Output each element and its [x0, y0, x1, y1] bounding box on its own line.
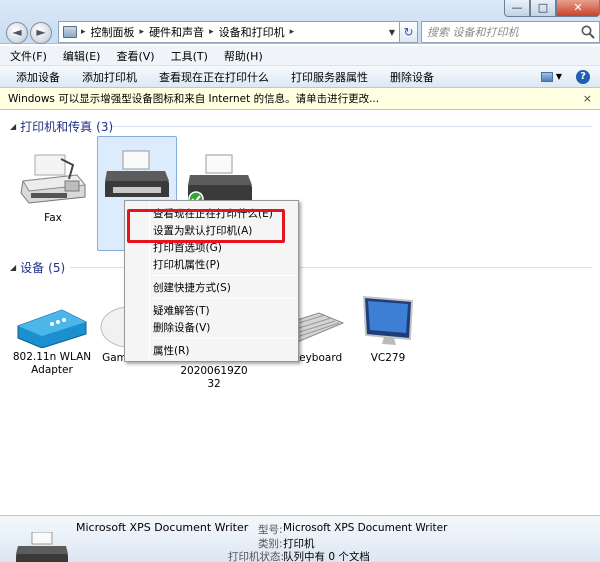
window-controls: — □ ✕: [504, 0, 600, 18]
change-view-icon[interactable]: [540, 71, 553, 82]
back-button[interactable]: ◄: [6, 22, 28, 44]
print-server-properties-button[interactable]: 打印服务器属性: [277, 69, 376, 85]
group-count: (3): [96, 119, 114, 134]
maximize-button[interactable]: □: [530, 0, 556, 17]
command-bar: 添加设备 添加打印机 查看现在正在打印什么 打印服务器属性 删除设备 ▼ ?: [0, 66, 600, 88]
details-status-key: 打印机状态:: [228, 551, 285, 562]
group-title: 打印机和传真: [20, 120, 93, 134]
search-input[interactable]: 搜索 设备和打印机: [421, 21, 600, 43]
chevron-down-icon[interactable]: ▼: [385, 28, 399, 37]
breadcrumb-item-hardware-sound[interactable]: 硬件和声音: [146, 24, 207, 40]
minimize-button[interactable]: —: [504, 0, 530, 17]
menu-bar: 文件(F) 编辑(E) 查看(V) 工具(T) 帮助(H): [0, 46, 600, 66]
menu-help[interactable]: 帮助(H): [218, 48, 269, 64]
refresh-button[interactable]: ↻: [400, 21, 418, 43]
breadcrumb-separator-icon[interactable]: ▸: [207, 27, 216, 37]
info-bar-message[interactable]: Windows 可以显示增强型设备图标和来自 Internet 的信息。请单击进…: [0, 91, 379, 106]
annotation-highlight-box: [127, 209, 285, 243]
info-bar[interactable]: Windows 可以显示增强型设备图标和来自 Internet 的信息。请单击进…: [0, 88, 600, 110]
details-status-value: 队列中有 0 个文档: [283, 551, 370, 562]
monitor-icon: [362, 295, 414, 345]
breadcrumb-separator-icon[interactable]: ▸: [288, 27, 297, 37]
add-device-button[interactable]: 添加设备: [0, 69, 68, 85]
router-icon: [17, 309, 87, 349]
address-bar: — □ ✕ ◄ ► ▸ 控制面板 ▸ 硬件和声音 ▸ 设备和打印机 ▸ ▼ ↻ …: [0, 0, 600, 44]
collapse-arrow-icon[interactable]: ◢: [10, 122, 16, 131]
menu-separator: [152, 338, 295, 339]
device-wlan-adapter[interactable]: 802.11n WLAN Adapter: [12, 304, 92, 377]
menu-edit[interactable]: 编辑(E): [57, 48, 107, 64]
device-label: Adapter: [31, 364, 73, 376]
search-icon[interactable]: [580, 24, 596, 40]
printer-icon: [16, 532, 68, 562]
breadcrumb-separator-icon[interactable]: ▸: [79, 27, 88, 37]
group-divider: [112, 126, 592, 127]
menu-tools[interactable]: 工具(T): [165, 48, 214, 64]
printer-icon: [105, 150, 169, 197]
add-printer-button[interactable]: 添加打印机: [68, 69, 145, 85]
collapse-arrow-icon[interactable]: ◢: [10, 263, 16, 272]
device-label: Fax: [44, 212, 62, 224]
menu-file[interactable]: 文件(F): [4, 48, 53, 64]
details-model-value: Microsoft XPS Document Writer: [283, 522, 448, 534]
menu-separator: [152, 298, 295, 299]
device-monitor[interactable]: VC279: [348, 293, 428, 365]
breadcrumb-separator-icon[interactable]: ▸: [138, 27, 147, 37]
close-icon[interactable]: ×: [583, 92, 592, 105]
menu-item-printer-properties[interactable]: 打印机属性(P): [153, 257, 220, 272]
menu-item-create-shortcut[interactable]: 创建快捷方式(S): [153, 280, 231, 295]
menu-item-remove-device[interactable]: 删除设备(V): [153, 320, 210, 335]
device-list: ◢ 打印机和传真 (3) Fax Micr Doc W: [0, 111, 600, 515]
remove-device-button[interactable]: 删除设备: [376, 69, 442, 85]
menu-view[interactable]: 查看(V): [110, 48, 160, 64]
fax-icon: [20, 154, 86, 204]
breadcrumb-item-devices-printers[interactable]: 设备和打印机: [216, 24, 288, 40]
help-icon[interactable]: ?: [576, 69, 590, 84]
breadcrumb-item-control-panel[interactable]: 控制面板: [88, 24, 138, 40]
group-header-printers[interactable]: ◢ 打印机和传真 (3): [10, 118, 113, 135]
see-whats-printing-button[interactable]: 查看现在正在打印什么: [145, 69, 277, 85]
device-fax[interactable]: Fax: [13, 151, 93, 225]
details-device-name: Microsoft XPS Document Writer: [76, 521, 249, 534]
group-count: (5): [48, 260, 66, 275]
details-model-key: 型号:: [258, 524, 283, 536]
menu-separator: [152, 275, 295, 276]
menu-item-properties[interactable]: 属性(R): [153, 343, 190, 358]
control-panel-icon: [63, 26, 77, 38]
close-window-button[interactable]: ✕: [556, 0, 600, 17]
device-label: 802.11n WLAN: [12, 351, 92, 363]
device-label: VC279: [370, 352, 406, 364]
breadcrumb[interactable]: ▸ 控制面板 ▸ 硬件和声音 ▸ 设备和打印机 ▸ ▼: [58, 21, 400, 43]
search-placeholder: 搜索 设备和打印机: [427, 26, 519, 39]
group-title: 设备: [20, 261, 45, 275]
menu-item-troubleshoot[interactable]: 疑难解答(T): [153, 303, 210, 318]
device-label: 32: [207, 378, 221, 390]
group-header-devices[interactable]: ◢ 设备 (5): [10, 259, 65, 276]
forward-button[interactable]: ►: [30, 22, 52, 44]
details-pane: Microsoft XPS Document Writer 型号: Micros…: [0, 515, 600, 562]
chevron-down-icon[interactable]: ▼: [556, 72, 562, 81]
